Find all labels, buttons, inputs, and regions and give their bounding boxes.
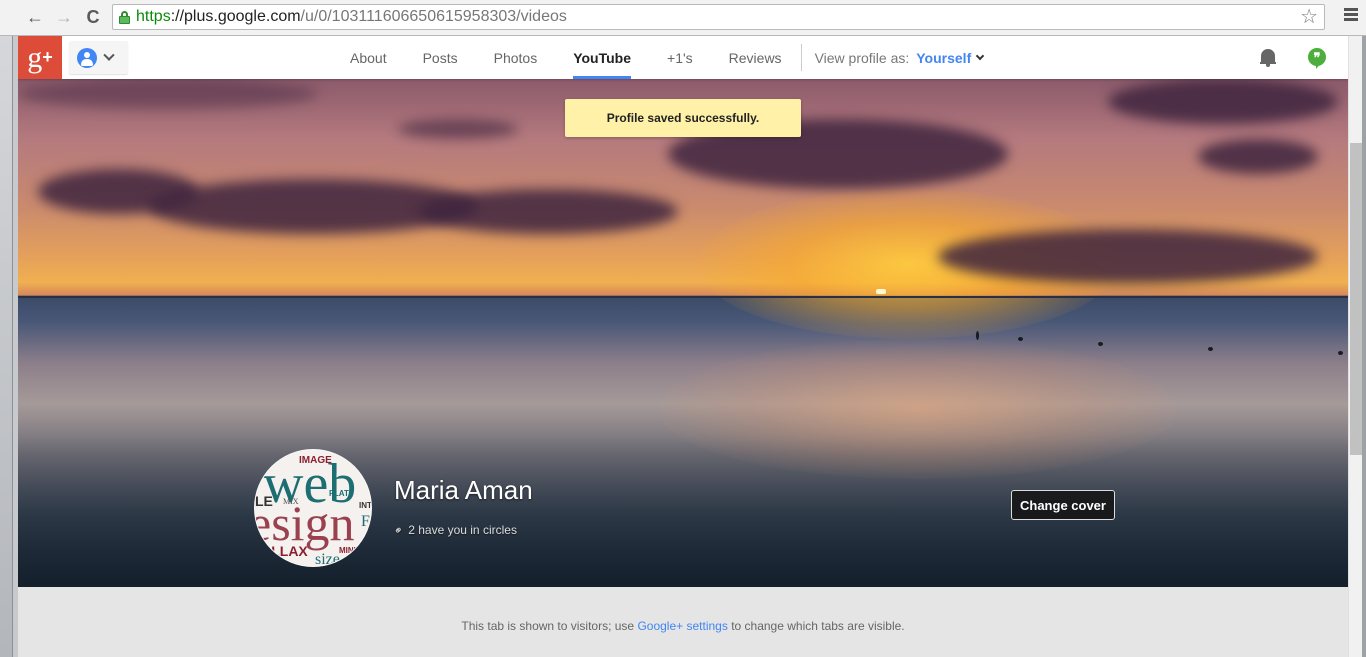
reload-button[interactable]: C bbox=[82, 6, 104, 28]
view-profile-as-dropdown[interactable]: Yourself bbox=[916, 50, 971, 66]
tab-visibility-notice: This tab is shown to visitors; use Googl… bbox=[461, 619, 905, 633]
gplus-logo[interactable]: g + bbox=[18, 36, 62, 79]
chevron-down-icon[interactable] bbox=[975, 51, 985, 61]
tab-photos[interactable]: Photos bbox=[494, 36, 538, 79]
cover-photo: IMAGE web FLAT LE MIX esign RALLAX MINIM… bbox=[18, 79, 1348, 587]
reload-icon: C bbox=[86, 6, 100, 27]
url-host: ://plus.google.com bbox=[170, 8, 301, 25]
forward-button[interactable]: → bbox=[53, 6, 75, 28]
profile-tabs: About Posts Photos YouTube +1's Reviews … bbox=[350, 36, 985, 79]
hangouts-icon[interactable]: ❞ bbox=[1308, 48, 1326, 69]
circles-count-text: 2 have you in circles bbox=[408, 523, 517, 537]
back-button[interactable]: ← bbox=[24, 6, 46, 28]
window-frame-left bbox=[0, 0, 13, 657]
forward-arrow-icon: → bbox=[55, 6, 73, 27]
view-profile-as-label: View profile as: bbox=[814, 49, 910, 66]
page-viewport: g + About Posts Photos YouTube +1's Revie… bbox=[18, 36, 1348, 657]
tab-youtube[interactable]: YouTube bbox=[573, 36, 631, 79]
link-icon: ⚭ bbox=[391, 522, 407, 538]
profile-name: Maria Aman bbox=[394, 475, 533, 505]
view-profile-as: View profile as: Yourself bbox=[814, 49, 985, 66]
gplus-header: g + About Posts Photos YouTube +1's Revie… bbox=[18, 36, 1348, 79]
url-scheme: https bbox=[136, 8, 171, 25]
chrome-menu-icon[interactable] bbox=[1344, 8, 1358, 23]
account-avatar-icon bbox=[77, 47, 97, 68]
bookmark-star-icon[interactable]: ☆ bbox=[1300, 7, 1318, 27]
browser-toolbar: ← → C https://plus.google.com/u/0/103111… bbox=[0, 0, 1366, 36]
gplus-settings-link[interactable]: Google+ settings bbox=[637, 619, 727, 633]
url-path: /u/0/103111606650615958303/videos bbox=[300, 8, 567, 25]
notifications-bell-icon[interactable] bbox=[1260, 49, 1276, 67]
tab-posts[interactable]: Posts bbox=[423, 36, 458, 79]
tab-about[interactable]: About bbox=[350, 36, 387, 79]
success-toast: Profile saved successfully. bbox=[565, 99, 801, 137]
profile-photo[interactable]: IMAGE web FLAT LE MIX esign RALLAX MINIM… bbox=[254, 449, 372, 567]
vertical-scrollbar[interactable] bbox=[1348, 36, 1362, 657]
back-arrow-icon: ← bbox=[26, 6, 44, 27]
account-switcher-button[interactable] bbox=[69, 41, 128, 74]
lock-icon bbox=[119, 10, 130, 24]
circles-count[interactable]: ⚭ 2 have you in circles bbox=[391, 522, 517, 538]
address-bar[interactable]: https://plus.google.com/u/0/103111606650… bbox=[112, 4, 1325, 30]
tab-reviews[interactable]: Reviews bbox=[729, 36, 782, 79]
chevron-down-icon bbox=[103, 49, 115, 61]
change-cover-button[interactable]: Change cover bbox=[1011, 490, 1115, 520]
tabs-divider bbox=[800, 44, 802, 71]
window-frame-right bbox=[1362, 36, 1366, 657]
tab-plus-ones[interactable]: +1's bbox=[667, 36, 693, 79]
scrollbar-thumb[interactable] bbox=[1350, 143, 1362, 455]
